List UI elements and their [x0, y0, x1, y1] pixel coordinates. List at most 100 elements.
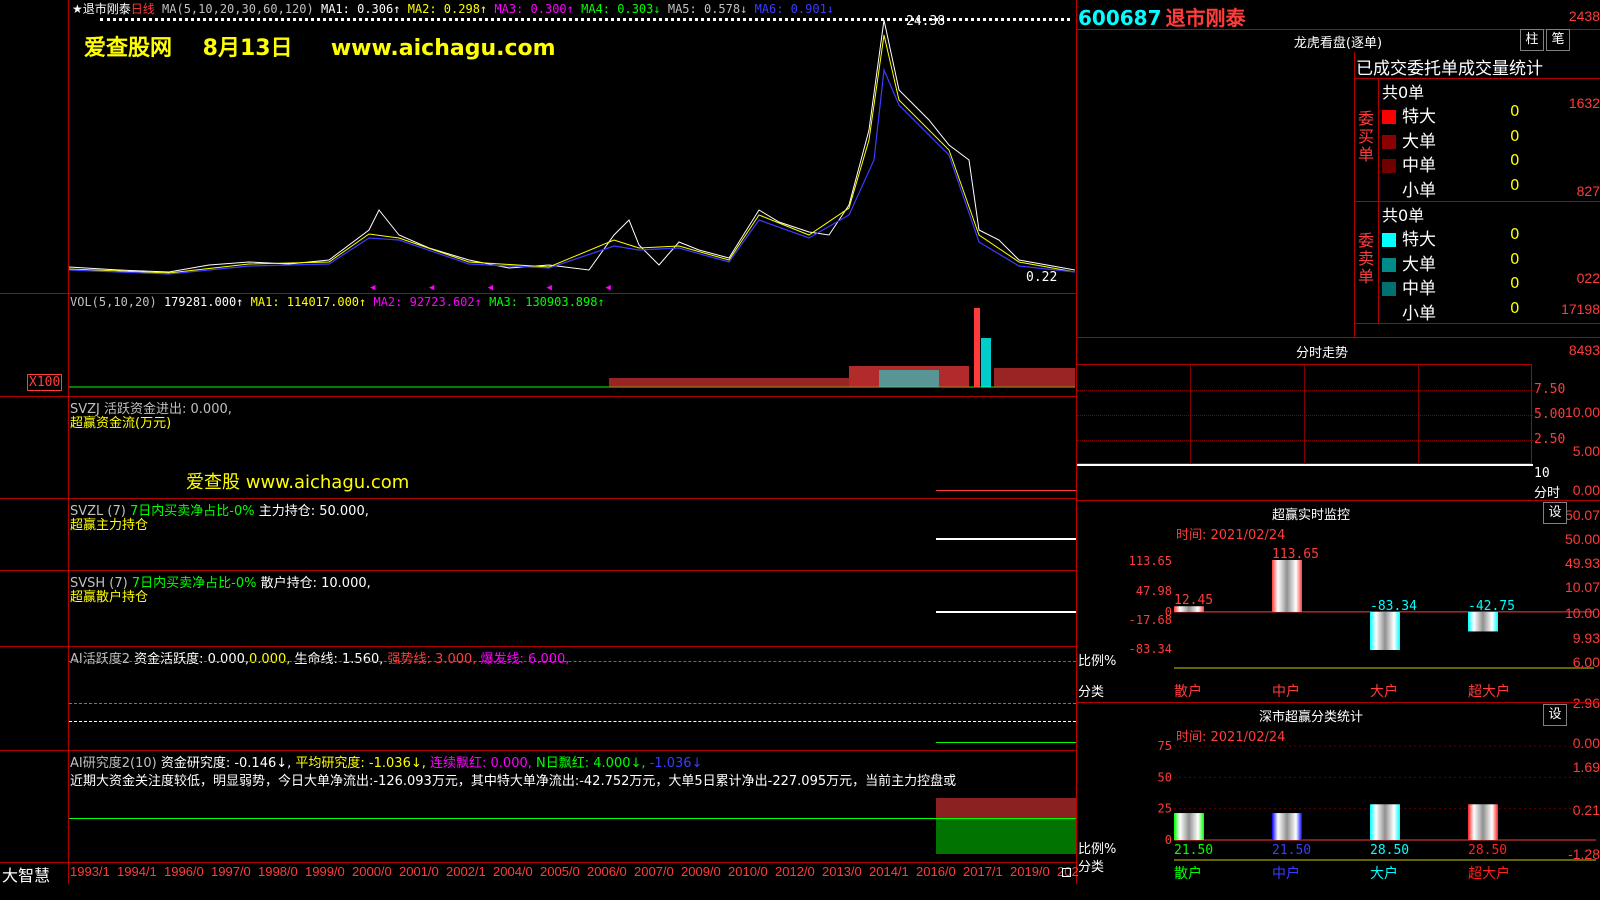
- buy-label: 委买单: [1358, 109, 1375, 164]
- monitor-bar: [1370, 611, 1400, 650]
- category-label: 大户: [1370, 865, 1398, 882]
- x-tick-label: 2001/0: [399, 864, 439, 879]
- ai-res-title: AI研究度2(10): [70, 756, 157, 771]
- stock-code: 600687: [1078, 6, 1162, 30]
- x-tick-label: 2012/0: [775, 864, 815, 879]
- zero-line: [69, 818, 1076, 819]
- monitor-ytick: 113.65: [1128, 554, 1172, 568]
- color-swatch-icon: [1382, 110, 1396, 124]
- order-type-label: 特大: [1402, 107, 1436, 127]
- ai-act-sm: 生命线: 1.560,: [294, 652, 384, 667]
- order-count: 0: [1510, 274, 1520, 292]
- order-row: 特大 0: [1382, 225, 1592, 250]
- x-tick-label: 2014/1: [869, 864, 909, 879]
- category-label: 中户: [1272, 683, 1300, 700]
- tick-mode-button[interactable]: 笔: [1546, 29, 1570, 51]
- bar-value-label: -83.34: [1370, 599, 1417, 614]
- classify-ylabel: 比例%: [1078, 842, 1117, 857]
- x-tick-label: 1998/0: [258, 864, 298, 879]
- monitor-title: 超赢实时监控: [1271, 508, 1350, 523]
- classify-ytick: 75: [1158, 739, 1172, 753]
- fszs-title: 分时走势: [1295, 346, 1348, 361]
- order-count: 0: [1510, 175, 1520, 194]
- bar-value-label: 28.50: [1468, 843, 1507, 858]
- ai-res-zj: 资金研究度: -0.146↓,: [160, 756, 292, 771]
- classify-ytick: 0: [1165, 833, 1172, 847]
- bar-mode-button[interactable]: 柱: [1520, 29, 1544, 51]
- divider: [1354, 323, 1600, 324]
- x-tick-label: 2007/0: [634, 864, 674, 879]
- act-line: [936, 742, 1076, 743]
- monitor-ytick: -17.68: [1128, 613, 1172, 627]
- classify-bar: [1272, 813, 1302, 840]
- category-label: 中户: [1272, 865, 1300, 882]
- sell-label: 委卖单: [1358, 231, 1375, 286]
- x-tick-label: 2016/0: [916, 864, 956, 879]
- divider: [0, 498, 1076, 499]
- strong-line: [69, 703, 1076, 704]
- life-line: [69, 721, 1076, 722]
- monitor-ylabel2: 分类: [1078, 685, 1105, 700]
- classify-chart[interactable]: 755025021.50散户21.50中户28.50大户28.50超大户: [1136, 738, 1596, 898]
- svzl-indicator: 7日内买卖净占比-0%: [129, 504, 255, 519]
- monitor-bar: [1272, 560, 1302, 612]
- svzl-subtitle: 超赢主力持仓: [70, 518, 149, 533]
- svzj-subtitle: 超赢资金流(万元): [70, 416, 172, 431]
- watermark-svzj: 爱查股 www.aichagu.com: [186, 472, 410, 493]
- gridline: [1077, 390, 1533, 391]
- brand-label: 大智慧: [2, 866, 51, 885]
- color-swatch-icon: [1382, 233, 1396, 247]
- color-swatch-icon: [1382, 159, 1396, 173]
- intraday-chart[interactable]: [1076, 364, 1533, 466]
- bar-value-label: 28.50: [1370, 843, 1409, 858]
- x-tick-label: 1996/0: [164, 864, 204, 879]
- x-tick-label: 1994/1: [117, 864, 157, 879]
- divider: [0, 750, 1076, 751]
- monitor-settings-button[interactable]: 设: [1543, 502, 1567, 524]
- monitor-ylabel: 比例%: [1078, 654, 1117, 669]
- scroll-icon[interactable]: [1062, 868, 1071, 877]
- svsh-indicator: 7日内买卖净占比-0%: [131, 576, 257, 591]
- x-tick-label: 1999/0: [305, 864, 345, 879]
- x-tick-label: 2006/0: [587, 864, 627, 879]
- svzl-line: [936, 538, 1076, 540]
- ai-res-comment: 近期大资金关注度较低，明显弱势，今日大单净流出:-126.093万元，其中特大单…: [70, 774, 957, 789]
- color-swatch-icon: [1382, 134, 1396, 149]
- x-tick-label: 2005/0: [540, 864, 580, 879]
- bar-value-label: 113.65: [1272, 547, 1319, 562]
- monitor-chart[interactable]: 12.45 散户 113.65 中户 -83.34 大户 -42.75 超大户: [1174, 540, 1594, 700]
- svsh-subtitle: 超赢散户持仓: [70, 590, 149, 605]
- classify-ytick: 25: [1158, 802, 1172, 816]
- gridline: [1077, 440, 1533, 441]
- order-count: 0: [1510, 151, 1520, 169]
- order-row: 大单 0: [1382, 250, 1592, 275]
- ai-res-pj: 平均研究度: -1.036↓,: [295, 756, 426, 771]
- classify-bar: [1174, 813, 1204, 840]
- category-label: 散户: [1174, 865, 1202, 882]
- divider: [0, 396, 1076, 397]
- order-type-label: 特大: [1402, 230, 1436, 250]
- color-swatch-icon: [1382, 306, 1396, 321]
- bar-value-label: -42.75: [1468, 599, 1515, 614]
- candlestick-chart[interactable]: [69, 10, 1075, 292]
- ai-act-bf: 爆发线: 6.000,: [480, 652, 570, 667]
- divider: [1076, 337, 1600, 338]
- divider: [1076, 702, 1600, 703]
- category-label: 散户: [1174, 683, 1202, 700]
- bar-value-label: 21.50: [1174, 843, 1213, 858]
- x-axis: 大智慧 1993/1 1994/1 1996/0 1997/0 1998/0 1999/0…: [0, 862, 1079, 885]
- ai-act-zj: 资金活跃度: 0.000,: [134, 652, 250, 667]
- burst-line: [69, 661, 1076, 662]
- sell-total: 共0单: [1382, 206, 1425, 225]
- order-row: 小单 0: [1382, 298, 1592, 324]
- ai-res-nr: N日飘红: 4.000↓,: [536, 756, 646, 771]
- bar-value-label: 21.50: [1272, 843, 1311, 858]
- order-count: 0: [1510, 102, 1520, 120]
- category-label: 超大户: [1468, 683, 1510, 700]
- x-tick-label: 2019/0: [1010, 864, 1050, 879]
- fszs-ytick: 2.50: [1534, 432, 1566, 447]
- monitor-ytick: -83.34: [1128, 642, 1172, 656]
- bar-value-label: 12.45: [1174, 593, 1213, 608]
- classify-settings-button[interactable]: 设: [1543, 704, 1567, 726]
- order-count: 0: [1510, 298, 1520, 317]
